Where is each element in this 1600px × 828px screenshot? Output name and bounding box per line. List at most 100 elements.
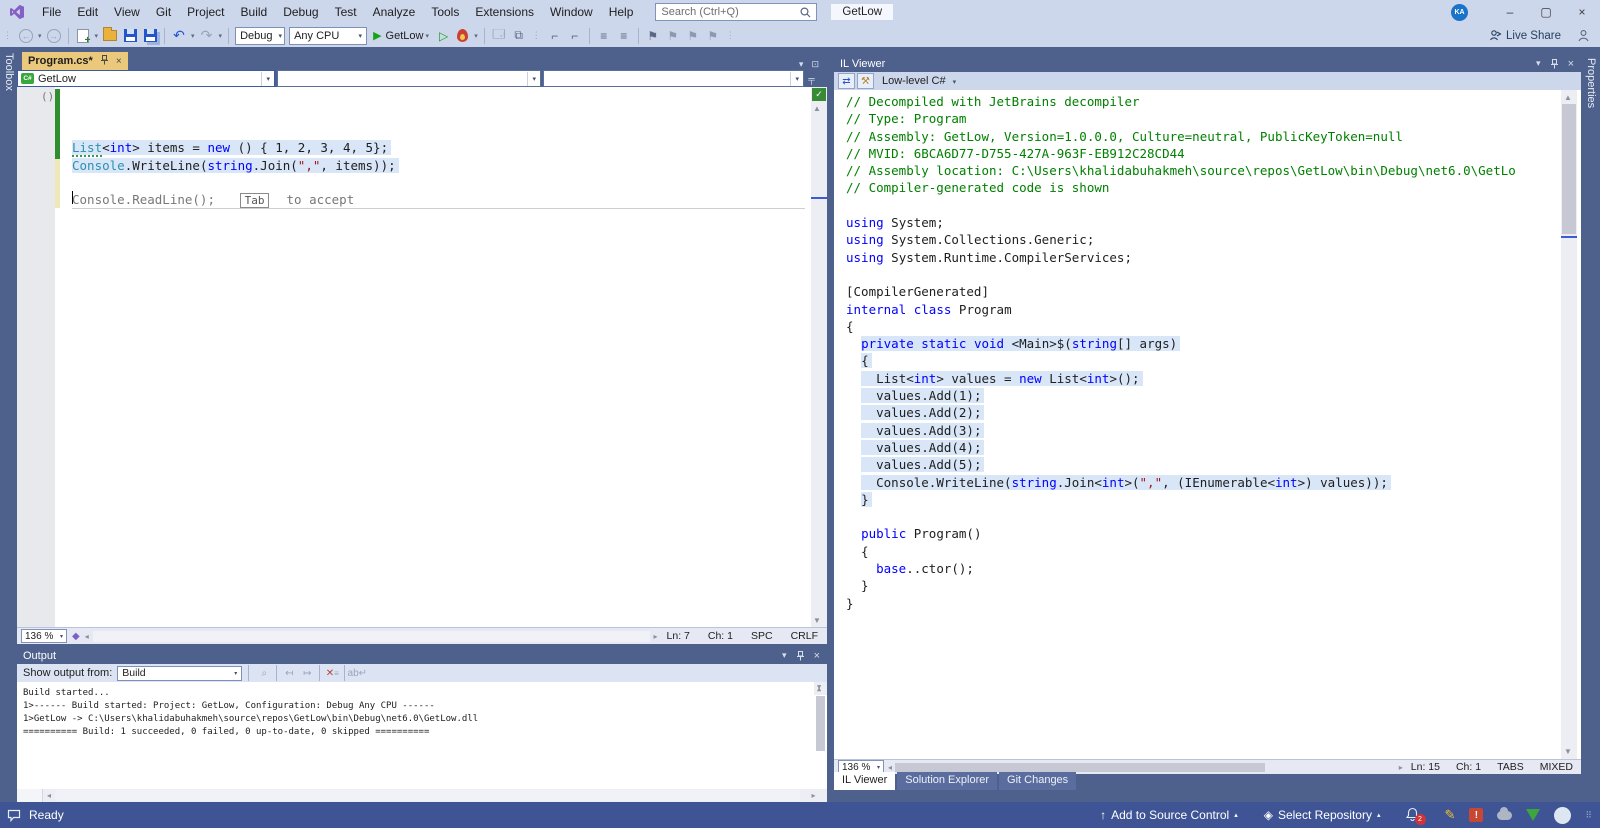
il-scroll-up-icon[interactable]: ▲ bbox=[1564, 93, 1572, 102]
split-editor-handle[interactable]: ╤ bbox=[804, 70, 819, 87]
menu-debug[interactable]: Debug bbox=[275, 1, 326, 23]
il-vertical-scrollbar[interactable]: ▲ ▼ bbox=[1561, 90, 1577, 759]
code-editor[interactable]: () List<int> items = new () { 1, 2, 3, 4… bbox=[17, 87, 827, 627]
output-hscroll-end[interactable]: ▸ bbox=[800, 790, 827, 802]
tab-solution-explorer[interactable]: Solution Explorer bbox=[897, 772, 998, 790]
close-button[interactable]: × bbox=[1564, 0, 1600, 24]
hscroll-right-icon[interactable]: ▸ bbox=[654, 632, 658, 641]
hot-reload-icon[interactable] bbox=[453, 27, 471, 45]
toolbar-grip-3[interactable]: ⋮ bbox=[726, 30, 736, 41]
close-tab-icon[interactable]: × bbox=[116, 56, 122, 67]
previous-bookmark-icon[interactable]: ⚑ bbox=[664, 27, 682, 45]
menu-view[interactable]: View bbox=[106, 1, 148, 23]
clear-all-icon[interactable]: ✕ ≡ bbox=[324, 666, 340, 681]
sync-caret-icon[interactable]: ⇄ bbox=[838, 73, 855, 89]
search-input[interactable]: Search (Ctrl+Q) bbox=[655, 3, 818, 21]
toggle-word-wrap-icon[interactable]: ab↵ bbox=[348, 666, 368, 681]
user-circle-icon[interactable] bbox=[1554, 806, 1572, 824]
document-health-icon[interactable]: ◆ bbox=[72, 631, 80, 642]
start-debugging-button[interactable]: ▶ GetLow ▾ bbox=[373, 29, 431, 43]
il-hscroll-right-icon[interactable]: ▸ bbox=[1399, 763, 1403, 772]
il-viewer-title-bar[interactable]: IL Viewer ▾ × bbox=[834, 55, 1581, 72]
menu-tools[interactable]: Tools bbox=[423, 1, 467, 23]
feedback-icon[interactable] bbox=[1577, 29, 1590, 42]
solution-platform-dropdown[interactable]: Any CPU ▾ bbox=[289, 26, 368, 45]
menu-project[interactable]: Project bbox=[179, 1, 232, 23]
menu-build[interactable]: Build bbox=[233, 1, 276, 23]
il-settings-icon[interactable]: ⚒ bbox=[857, 73, 874, 89]
go-to-previous-message-icon[interactable]: ↤ bbox=[281, 666, 297, 681]
undo-icon[interactable]: ↶ bbox=[170, 27, 188, 45]
code-analysis-ok-icon[interactable]: ✓ bbox=[812, 88, 826, 101]
il-viewer-menu-icon[interactable]: ▾ bbox=[1536, 58, 1541, 69]
output-log[interactable]: Build started... 1>------ Build started:… bbox=[17, 682, 827, 789]
redo-caret-icon[interactable]: ▾ bbox=[219, 32, 223, 40]
il-viewer-pin-icon[interactable] bbox=[1550, 58, 1559, 69]
menu-edit[interactable]: Edit bbox=[69, 1, 106, 23]
menu-file[interactable]: File bbox=[34, 1, 69, 23]
output-pin-icon[interactable] bbox=[796, 650, 805, 661]
comment-icon[interactable]: ⌐ bbox=[546, 27, 564, 45]
trust-shield-icon[interactable] bbox=[1526, 809, 1541, 821]
notifications-bell-icon[interactable]: 2 bbox=[1405, 807, 1426, 825]
document-well-options-icon[interactable]: ⊡ bbox=[811, 59, 819, 70]
scroll-down-icon[interactable]: ▼ bbox=[813, 616, 821, 625]
pin-tab-icon[interactable] bbox=[100, 54, 109, 68]
tab-program-cs[interactable]: Program.cs* × bbox=[22, 52, 128, 70]
sync-with-active-document-icon[interactable]: ⧉ bbox=[510, 27, 528, 45]
next-bookmark-icon[interactable]: ⚑ bbox=[684, 27, 702, 45]
menu-window[interactable]: Window bbox=[542, 1, 601, 23]
output-window-menu-icon[interactable]: ▾ bbox=[782, 650, 787, 661]
tab-git-changes[interactable]: Git Changes bbox=[999, 772, 1077, 790]
menu-extensions[interactable]: Extensions bbox=[467, 1, 542, 23]
maximize-button[interactable]: ▢ bbox=[1528, 0, 1564, 24]
menu-git[interactable]: Git bbox=[148, 1, 179, 23]
member-dropdown[interactable]: ▾ bbox=[543, 70, 804, 87]
toolbox-tab[interactable]: Toolbox bbox=[0, 47, 17, 803]
navigate-forward-icon[interactable]: → bbox=[45, 27, 63, 45]
menu-help[interactable]: Help bbox=[601, 1, 642, 23]
select-repository-button[interactable]: ◈ Select Repository ▴ bbox=[1264, 808, 1381, 822]
outdent-icon[interactable]: ≡ bbox=[615, 27, 633, 45]
output-title-bar[interactable]: Output ▾ × bbox=[17, 647, 827, 664]
new-project-caret-icon[interactable]: ▾ bbox=[95, 32, 99, 40]
tab-il-viewer[interactable]: IL Viewer bbox=[834, 772, 896, 790]
menu-test[interactable]: Test bbox=[327, 1, 365, 23]
il-vscroll-thumb[interactable] bbox=[1562, 104, 1576, 234]
find-message-icon[interactable]: ⌕ bbox=[256, 666, 272, 681]
hscroll-left-icon[interactable]: ◂ bbox=[85, 632, 89, 641]
new-project-icon[interactable] bbox=[74, 27, 92, 46]
editor-vertical-scrollbar[interactable]: ✓ ▲ ▼ bbox=[811, 87, 827, 627]
redo-icon[interactable]: ↷ bbox=[198, 27, 216, 45]
properties-tab[interactable]: Properties bbox=[1581, 52, 1600, 790]
navigate-back-icon[interactable]: ← bbox=[17, 27, 35, 45]
output-horizontal-scrollbar[interactable]: ◂ ▸ bbox=[17, 789, 827, 802]
pen-icon[interactable]: ✎ bbox=[1445, 807, 1456, 823]
solution-configuration-dropdown[interactable]: Debug ▾ bbox=[235, 26, 286, 45]
output-close-icon[interactable]: × bbox=[814, 650, 820, 662]
save-icon[interactable] bbox=[121, 27, 139, 45]
output-source-dropdown[interactable]: Build ▾ bbox=[117, 665, 243, 681]
error-indicator-icon[interactable]: ! bbox=[1469, 808, 1484, 822]
editor-horizontal-scrollbar[interactable] bbox=[92, 630, 650, 642]
type-dropdown[interactable]: ▾ bbox=[277, 70, 541, 87]
find-in-files-icon[interactable]: 🗔 bbox=[490, 27, 508, 45]
collapse-region-glyph[interactable]: () bbox=[41, 90, 54, 103]
output-hscroll-left-icon[interactable]: ◂ bbox=[43, 791, 55, 800]
undo-caret-icon[interactable]: ▾ bbox=[191, 32, 195, 40]
active-files-dropdown-icon[interactable]: ▾ bbox=[799, 59, 804, 70]
cloud-icon[interactable] bbox=[1497, 806, 1513, 820]
editor-zoom-dropdown[interactable]: 136 % ▾ bbox=[21, 629, 67, 643]
indent-icon[interactable]: ≡ bbox=[595, 27, 613, 45]
navigate-back-caret-icon[interactable]: ▾ bbox=[38, 32, 42, 40]
toolbar-grip-2[interactable]: ⋮ bbox=[532, 30, 542, 41]
hot-reload-caret-icon[interactable]: ▾ bbox=[474, 32, 478, 40]
il-scroll-down-icon[interactable]: ▼ bbox=[1564, 747, 1572, 756]
il-hscroll-left-icon[interactable]: ◂ bbox=[888, 763, 892, 772]
start-without-debugging-icon[interactable]: ▷ bbox=[439, 29, 448, 43]
il-mode-dropdown[interactable]: Low-level C# ▾ bbox=[882, 75, 956, 87]
menu-analyze[interactable]: Analyze bbox=[365, 1, 424, 23]
open-file-icon[interactable] bbox=[101, 27, 119, 45]
bookmark-icon[interactable]: ⚑ bbox=[644, 27, 662, 45]
output-vscroll-thumb[interactable] bbox=[816, 696, 825, 751]
